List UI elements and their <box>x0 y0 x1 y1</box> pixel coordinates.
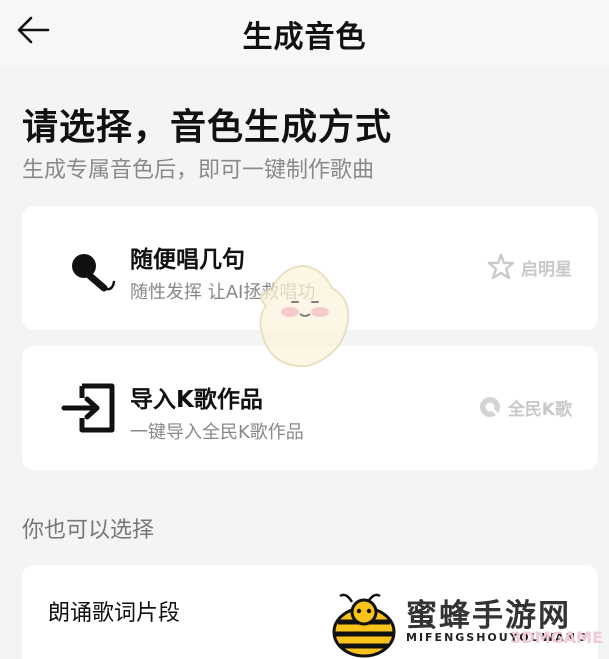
option-description: 一键导入全民K歌作品 <box>130 422 304 443</box>
kge-logo-icon <box>479 397 500 417</box>
watermark: 蜜蜂手游网 MIFENGSHOUYOUWANG 3DMGAME <box>326 590 609 659</box>
page-title: 生成音色 <box>242 20 367 55</box>
mascot-sticker <box>259 264 350 368</box>
bee-logo-icon <box>332 593 396 658</box>
more-options-label: 你也可以选择 <box>22 518 155 543</box>
top-bar: 生成音色 <box>0 0 609 66</box>
option-title: 随便唱几句 <box>130 247 245 273</box>
option-title: 朗诵歌词片段 <box>48 601 181 626</box>
brand-logo: 全民K歌 <box>478 390 572 424</box>
brand-logo: 启明星 <box>487 250 572 284</box>
brand-name: 全民K歌 <box>507 399 572 420</box>
brand-name: 启明星 <box>521 259 572 280</box>
section-heading: 请选择，音色生成方式 <box>22 107 393 148</box>
star-logo-icon <box>487 253 515 280</box>
section-subtitle: 生成专属音色后，即可一键制作歌曲 <box>22 158 375 183</box>
import-icon <box>61 383 115 433</box>
microphone-icon <box>72 254 116 292</box>
option-title: 导入K歌作品 <box>130 387 263 413</box>
watermark-badge: 3DMGAME <box>510 628 603 647</box>
